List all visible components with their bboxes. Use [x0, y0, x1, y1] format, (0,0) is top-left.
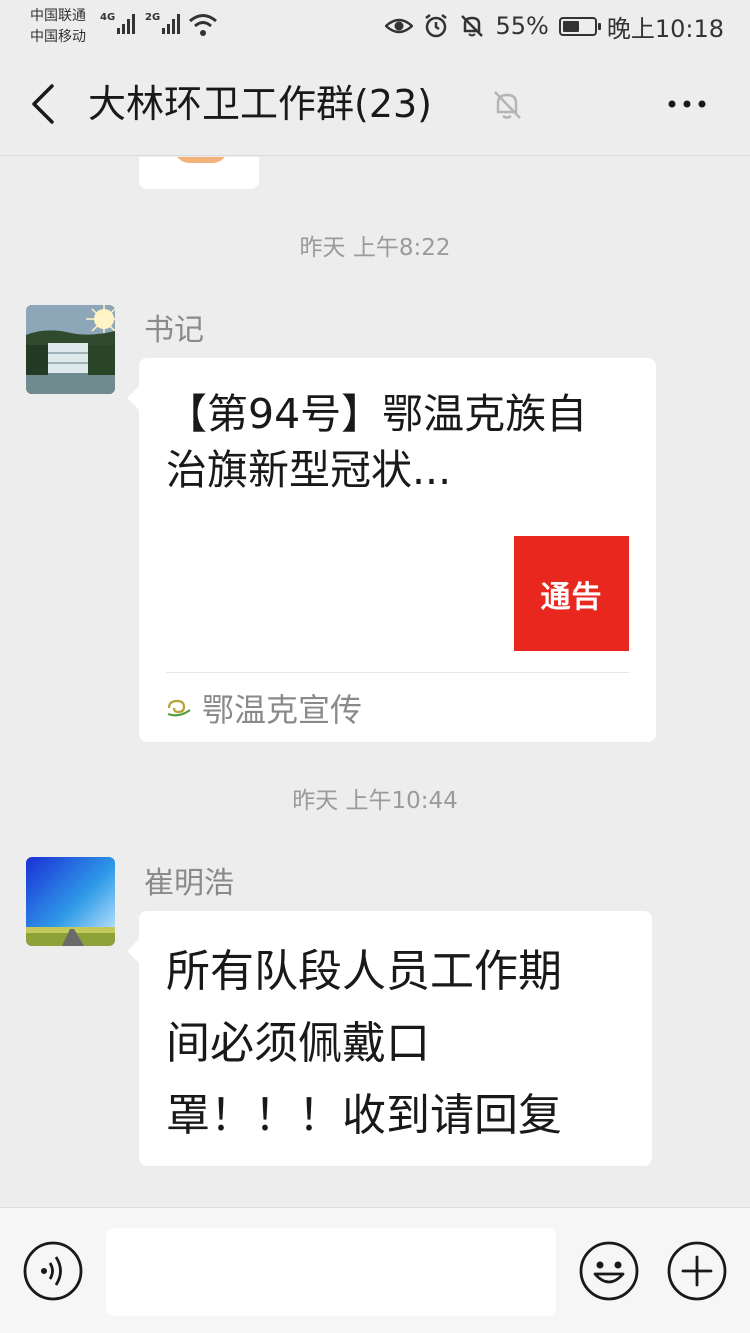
- card-title: 【第94号】鄂温克族自治旗新型冠状...: [166, 390, 588, 494]
- input-bar: [0, 1207, 750, 1333]
- battery-level: [562, 20, 580, 32]
- card-source-label: 鄂温克宣传: [202, 691, 363, 729]
- signal-icon: [117, 12, 136, 34]
- carrier-1: 中国联通: [30, 8, 86, 24]
- clock: 晚上10:18: [606, 14, 724, 43]
- article-card-bubble[interactable]: 【第94号】鄂温克族自治旗新型冠状... 通告 鄂温克宣传: [127, 358, 656, 742]
- message-timestamp: 昨天 上午10:44: [292, 788, 458, 814]
- chat-header: 大林环卫工作群(23): [0, 52, 750, 156]
- message-timestamp: 昨天 上午8:22: [299, 235, 451, 261]
- sticker-fragment: [175, 157, 227, 163]
- message-list[interactable]: 昨天 上午8:22 书记 【第94号】鄂温克族自治旗新型冠状... 通告 鄂温克…: [0, 157, 750, 1207]
- card-thumbnail: 通告: [514, 536, 629, 651]
- message-line: 罩！！！收到请回复: [166, 1090, 562, 1141]
- signal-icon: [162, 12, 181, 34]
- message-text: 所有队段人员工作期 间必须佩戴口 罩！！！收到请回复: [166, 936, 636, 1152]
- status-bar: 中国联通 中国移动 4G 2G 55% 晚上10:18: [0, 0, 750, 52]
- more-icon[interactable]: [662, 86, 712, 122]
- signal-2: 2G: [145, 12, 181, 34]
- alarm-icon: [425, 14, 448, 38]
- mute-bell-icon: [461, 15, 484, 37]
- signal-1: 4G: [100, 12, 136, 34]
- emoji-icon[interactable]: [578, 1240, 640, 1302]
- status-right: 55% 晚上10:18: [385, 10, 724, 43]
- message-line: 所有队段人员工作期: [166, 946, 562, 997]
- miniprogram-icon: [167, 699, 191, 717]
- road-sky-avatar-image: [26, 857, 115, 946]
- network-type-1: 4G: [100, 12, 116, 23]
- sender-name: 崔明浩: [144, 866, 234, 901]
- network-type-2: 2G: [145, 12, 161, 23]
- plus-icon[interactable]: [666, 1240, 728, 1302]
- divider: [166, 672, 629, 673]
- carrier-labels: 中国联通 中国移动: [30, 6, 86, 48]
- message-line: 间必须佩戴口: [166, 1018, 430, 1069]
- battery-percent: 55%: [495, 12, 549, 40]
- card-source: 鄂温克宣传: [166, 686, 362, 730]
- thumbnail-text: 通告: [540, 579, 603, 615]
- back-icon[interactable]: [22, 80, 66, 128]
- waterfall-avatar-image: [26, 305, 115, 394]
- battery-icon: [558, 16, 601, 36]
- carrier-2: 中国移动: [30, 29, 86, 45]
- message-input[interactable]: [106, 1228, 556, 1316]
- wifi-icon: [189, 14, 217, 36]
- previous-message-bubble[interactable]: [139, 157, 259, 189]
- avatar[interactable]: [26, 857, 115, 946]
- text-message-bubble[interactable]: 所有队段人员工作期 间必须佩戴口 罩！！！收到请回复: [127, 911, 652, 1166]
- mute-bell-icon: [494, 91, 521, 119]
- sender-name: 书记: [144, 313, 204, 348]
- chat-title: 大林环卫工作群(23): [88, 82, 433, 126]
- voice-icon[interactable]: [22, 1240, 84, 1302]
- avatar[interactable]: [26, 305, 115, 394]
- eye-icon: [385, 18, 414, 34]
